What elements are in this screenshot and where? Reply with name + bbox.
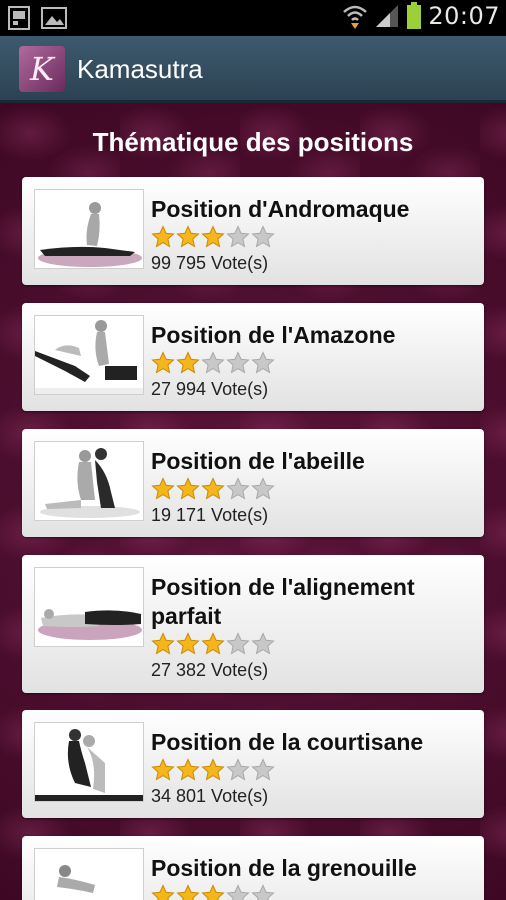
clock: 20:07: [428, 2, 500, 30]
wifi-icon: [343, 5, 368, 29]
star-filled-icon: [176, 632, 200, 655]
signal-icon: [376, 5, 399, 27]
star-filled-icon: [201, 758, 225, 781]
action-bar: K Kamasutra: [0, 36, 506, 103]
item-title: Position de la courtisane: [151, 729, 424, 755]
star-filled-icon: [176, 758, 200, 781]
list-item[interactable]: Position d'Andromaque 99 795 Vote(s): [22, 177, 484, 285]
rating-stars: [151, 225, 275, 249]
app-logo-icon[interactable]: K: [19, 46, 65, 92]
item-title: Position de l'Amazone: [151, 322, 396, 348]
image-notification-icon: [41, 7, 67, 29]
star-filled-icon: [151, 884, 175, 900]
star-empty-icon: [226, 477, 250, 500]
rating-stars: [151, 351, 275, 375]
vote-count: 27 382 Vote(s): [151, 660, 269, 680]
status-bar: 20:07: [0, 0, 506, 36]
list-item[interactable]: Position de l'alignement parfait 27 382 …: [22, 555, 484, 693]
star-filled-icon: [151, 225, 175, 248]
position-thumbnail: [34, 567, 144, 647]
vote-count: 34 801 Vote(s): [151, 786, 269, 806]
position-thumbnail: [34, 848, 144, 900]
star-empty-icon: [201, 351, 225, 374]
logo-letter: K: [30, 50, 54, 88]
rating-stars: [151, 758, 275, 782]
star-empty-icon: [226, 758, 250, 781]
rating-stars: [151, 632, 275, 656]
gallery-notification-icon: [8, 6, 30, 30]
rating-stars: [151, 884, 275, 900]
list-item[interactable]: Position de l'abeille 19 171 Vote(s): [22, 429, 484, 537]
star-filled-icon: [176, 884, 200, 900]
list-item[interactable]: Position de la courtisane 34 801 Vote(s): [22, 710, 484, 818]
position-thumbnail: [34, 189, 144, 269]
position-thumbnail: [34, 315, 144, 395]
star-empty-icon: [226, 351, 250, 374]
star-empty-icon: [251, 351, 275, 374]
star-filled-icon: [176, 351, 200, 374]
positions-list-screen[interactable]: Thématique des positions Position d'Andr…: [0, 103, 506, 900]
item-title: Position de la grenouille: [151, 855, 417, 881]
section-title: Thématique des positions: [92, 127, 414, 157]
star-filled-icon: [201, 632, 225, 655]
star-empty-icon: [251, 477, 275, 500]
star-empty-icon: [251, 225, 275, 248]
star-filled-icon: [176, 225, 200, 248]
star-empty-icon: [251, 884, 275, 900]
star-empty-icon: [226, 225, 250, 248]
list-item[interactable]: Position de l'Amazone 27 994 Vote(s): [22, 303, 484, 411]
star-empty-icon: [226, 884, 250, 900]
star-filled-icon: [201, 477, 225, 500]
star-filled-icon: [151, 351, 175, 374]
star-filled-icon: [151, 758, 175, 781]
star-filled-icon: [201, 225, 225, 248]
item-title: Position de l'abeille: [151, 448, 365, 474]
star-filled-icon: [151, 477, 175, 500]
item-title: Position de l'alignement parfait: [151, 574, 415, 629]
star-empty-icon: [251, 758, 275, 781]
position-thumbnail: [34, 441, 144, 521]
list-item[interactable]: Position de la grenouille: [22, 836, 484, 900]
vote-count: 27 994 Vote(s): [151, 379, 269, 399]
vote-count: 99 795 Vote(s): [151, 253, 269, 273]
star-empty-icon: [226, 632, 250, 655]
star-empty-icon: [251, 632, 275, 655]
battery-icon: [407, 2, 422, 29]
rating-stars: [151, 477, 275, 501]
app-title: Kamasutra: [77, 54, 203, 84]
star-filled-icon: [151, 632, 175, 655]
item-title: Position d'Andromaque: [151, 196, 410, 222]
position-thumbnail: [34, 722, 144, 802]
star-filled-icon: [176, 477, 200, 500]
star-filled-icon: [201, 884, 225, 900]
vote-count: 19 171 Vote(s): [151, 505, 269, 525]
